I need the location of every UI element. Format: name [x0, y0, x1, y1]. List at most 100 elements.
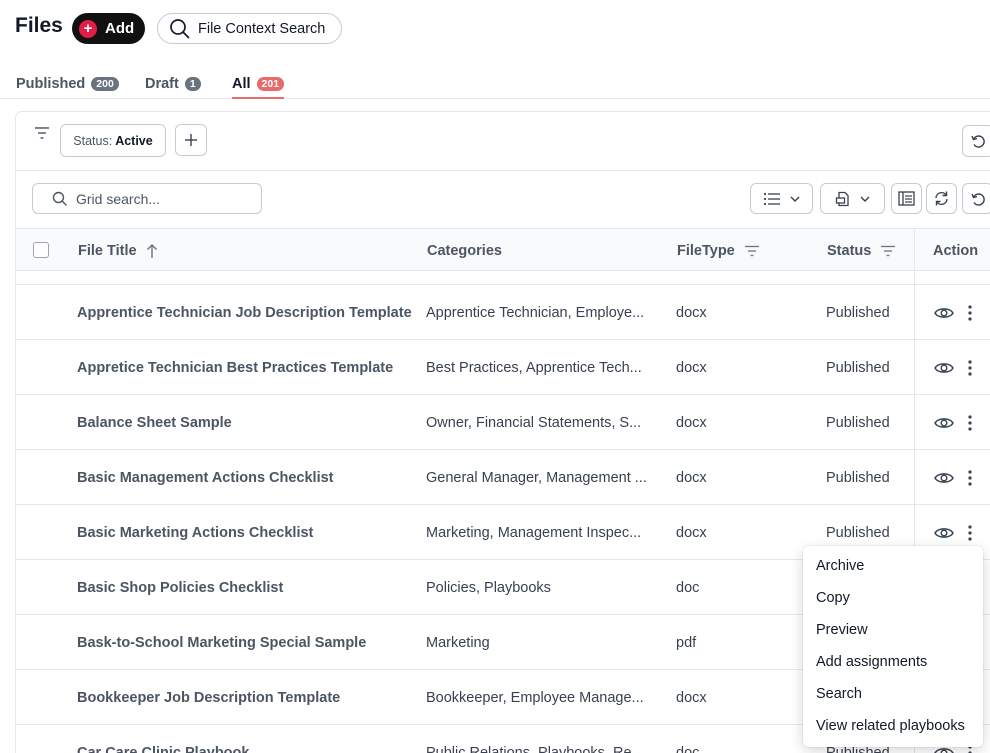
categories-cell: Marketing, Management Inspec... [426, 505, 654, 560]
filetype-cell: docx [676, 359, 707, 376]
menu-item-archive[interactable]: Archive [803, 550, 983, 582]
file-context-search-button[interactable]: File Context Search [157, 13, 342, 44]
more-vertical-icon[interactable] [963, 413, 977, 433]
view-icon[interactable] [933, 358, 955, 378]
categories-text: Marketing, Management Inspec... [426, 524, 642, 541]
search-icon [170, 19, 190, 39]
refresh-icon [935, 191, 948, 206]
menu-item-view-related-playbooks[interactable]: View related playbooks [803, 710, 983, 742]
categories-text: Best Practices, Apprentice Tech... [426, 359, 642, 376]
categories-cell: Best Practices, Apprentice Tech... [426, 340, 654, 395]
reset-filters-button[interactable] [962, 125, 990, 157]
status-cell: Published [826, 414, 890, 431]
undo-icon [970, 192, 985, 206]
file-title-cell[interactable]: Car Care Clinic Playbook [77, 725, 417, 753]
table-row[interactable]: Balance Sheet Sample Owner, Financial Sta… [15, 395, 990, 450]
file-context-search-label: File Context Search [198, 20, 326, 37]
column-header-label: Categories [427, 242, 502, 259]
view-icon[interactable] [933, 468, 955, 488]
file-title-cell[interactable]: Apprentice Technician Job Description Te… [77, 285, 417, 340]
categories-text: Bookkeeper, Employee Manage... [426, 689, 644, 706]
grid-search-input[interactable] [76, 190, 246, 207]
filetype-cell: docx [676, 414, 707, 431]
view-icon[interactable] [933, 523, 955, 543]
status-tabs: Published 200 Draft 1 All 201 [0, 60, 990, 99]
list-icon [763, 192, 780, 205]
count-badge: 1 [184, 77, 201, 91]
table-row[interactable]: Apprentice Technician Job Description Te… [15, 285, 990, 340]
more-vertical-icon[interactable] [963, 303, 977, 323]
filter-icon[interactable] [744, 245, 760, 257]
export-dropdown[interactable] [820, 183, 885, 214]
view-icon[interactable] [933, 413, 955, 433]
menu-item-copy[interactable]: Copy [803, 582, 983, 614]
filter-icon[interactable] [34, 126, 50, 140]
status-cell: Published [826, 304, 890, 321]
view-icon[interactable] [933, 303, 955, 323]
select-all-checkbox[interactable] [33, 242, 49, 258]
table-row-partial [16, 271, 990, 285]
column-header-filetype[interactable]: FileType [677, 229, 760, 272]
file-title-cell[interactable]: Basic Management Actions Checklist [77, 450, 417, 505]
file-export-icon [835, 191, 849, 206]
tab-published[interactable]: Published 200 [16, 69, 119, 99]
categories-text: Policies, Playbooks [426, 579, 551, 596]
table-row[interactable]: Basic Management Actions Checklist Genera… [15, 450, 990, 505]
file-title-cell[interactable]: Basic Shop Policies Checklist [77, 560, 417, 615]
status-cell: Published [826, 359, 890, 376]
categories-cell: Owner, Financial Statements, S... [426, 395, 654, 450]
menu-item-search[interactable]: Search [803, 678, 983, 710]
file-title-cell[interactable]: Bask-to-School Marketing Special Sample [77, 615, 417, 670]
filter-icon[interactable] [880, 245, 896, 257]
count-badge: 200 [91, 77, 119, 91]
categories-cell: Marketing [426, 615, 654, 670]
more-vertical-icon[interactable] [963, 523, 977, 543]
columns-button[interactable] [891, 183, 922, 214]
column-header-categories[interactable]: Categories [427, 229, 502, 272]
column-header-status[interactable]: Status [827, 229, 896, 272]
view-mode-dropdown[interactable] [750, 183, 813, 214]
categories-text: Apprentice Technician, Employe... [426, 304, 645, 321]
categories-text: Public Relations, Playbooks, Re... [426, 744, 644, 753]
categories-cell: Policies, Playbooks [426, 560, 654, 615]
chevron-down-icon [860, 196, 870, 202]
filter-bar: Status: Active [16, 112, 990, 171]
column-header-label: File Title [78, 242, 137, 259]
status-filter-value: Active [115, 133, 153, 148]
refresh-button[interactable] [926, 183, 957, 214]
menu-item-preview[interactable]: Preview [803, 614, 983, 646]
column-header-file-title[interactable]: File Title [78, 229, 158, 272]
add-filter-button[interactable] [175, 124, 207, 156]
chevron-down-icon [790, 196, 800, 202]
filetype-cell: doc [676, 579, 700, 596]
categories-cell: Apprentice Technician, Employe... [426, 285, 654, 340]
menu-item-add-assignments[interactable]: Add assignments [803, 646, 983, 678]
categories-text: General Manager, Management ... [426, 469, 647, 486]
plus-circle-icon: + [79, 19, 97, 38]
status-filter-chip[interactable]: Status: Active [60, 124, 166, 157]
categories-cell: Bookkeeper, Employee Manage... [426, 670, 654, 725]
tab-label: All [232, 76, 251, 92]
file-title-cell[interactable]: Appretice Technician Best Practices Temp… [77, 340, 417, 395]
filetype-cell: docx [676, 524, 707, 541]
file-title-cell[interactable]: Balance Sheet Sample [77, 395, 417, 450]
filetype-cell: docx [676, 469, 707, 486]
grid-search-box [32, 183, 262, 214]
filetype-cell: docx [676, 304, 707, 321]
tab-all[interactable]: All 201 [232, 69, 285, 99]
column-header-label: Action [933, 242, 979, 259]
page-header: Files + Add File Context Search [0, 0, 990, 56]
tab-label: Published [16, 76, 86, 92]
reset-grid-button[interactable] [962, 183, 990, 214]
more-vertical-icon[interactable] [963, 468, 977, 488]
file-title-cell[interactable]: Basic Marketing Actions Checklist [77, 505, 417, 560]
column-header-action: Action [933, 229, 978, 272]
categories-text: Marketing [426, 634, 490, 651]
status-filter-key: Status: [73, 133, 113, 148]
grid-toolbar [16, 171, 990, 228]
file-title-cell[interactable]: Bookkeeper Job Description Template [77, 670, 417, 725]
table-row[interactable]: Appretice Technician Best Practices Temp… [15, 340, 990, 395]
tab-draft[interactable]: Draft 1 [145, 69, 201, 99]
more-vertical-icon[interactable] [963, 358, 977, 378]
add-button[interactable]: + Add [72, 13, 145, 44]
